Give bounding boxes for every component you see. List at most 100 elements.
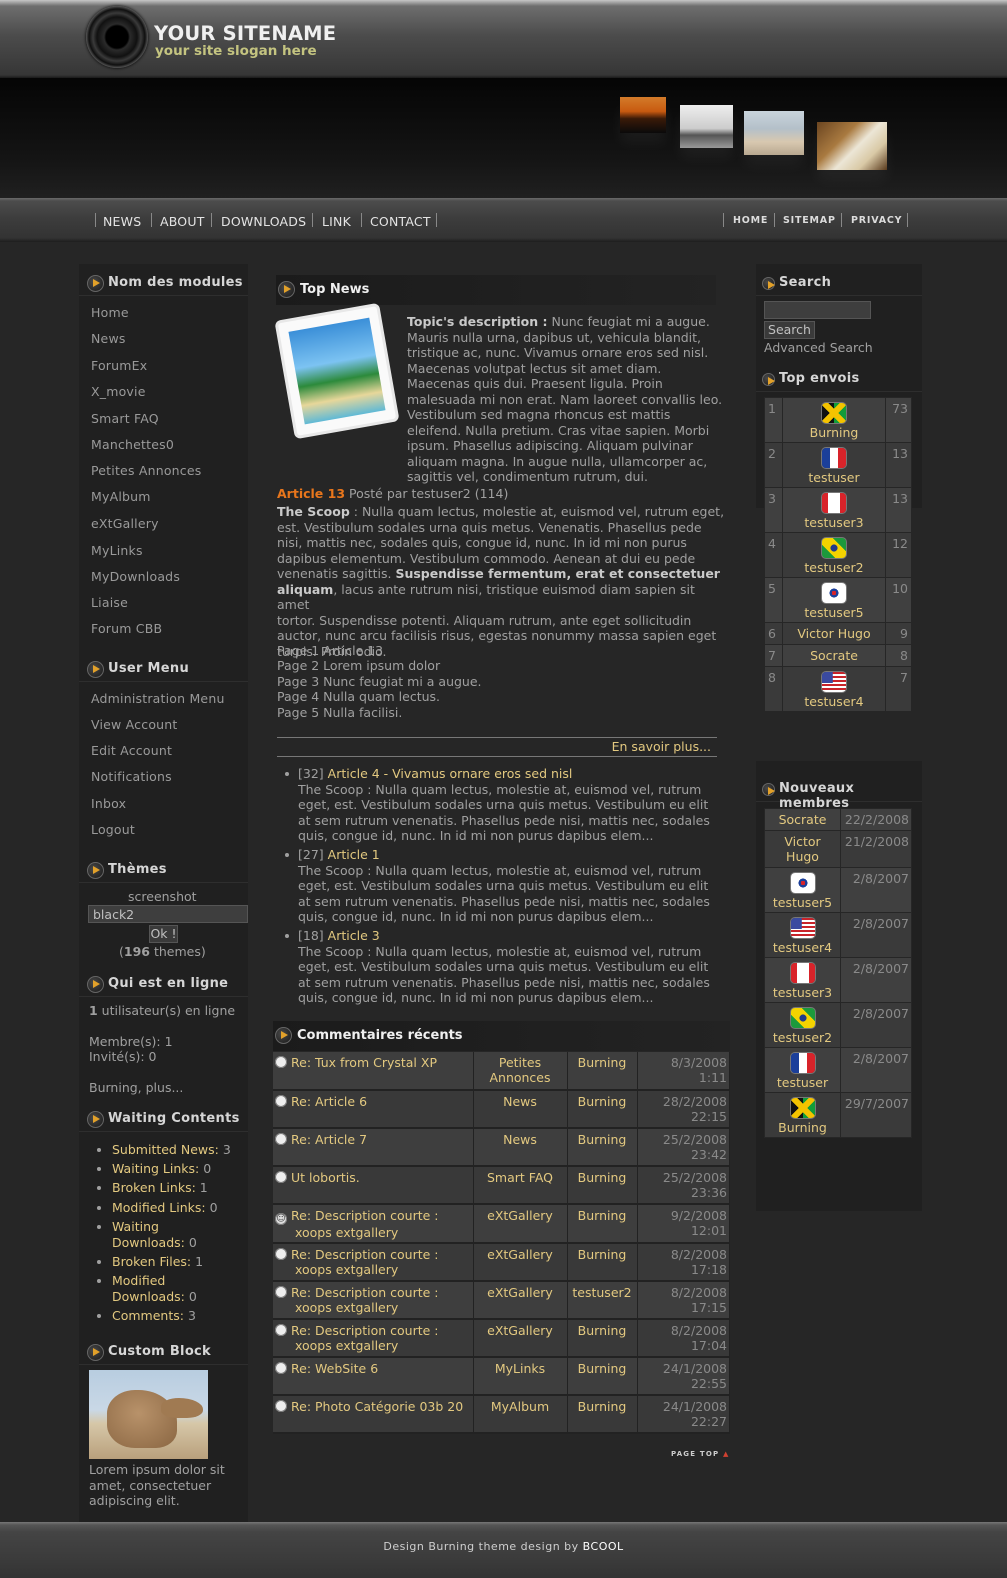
- waiting-comments[interactable]: Comments: 3: [112, 1308, 196, 1324]
- menu-item-petites-annonces[interactable]: Petites Annonces: [91, 463, 201, 478]
- menu-item-edit-account[interactable]: Edit Account: [91, 743, 172, 758]
- comment-link-cont[interactable]: xoops extgallery: [275, 1338, 398, 1353]
- poster-name[interactable]: testuser4: [783, 694, 885, 709]
- comment-user-cell[interactable]: Burning: [567, 1395, 638, 1434]
- article-page-5[interactable]: Page 5 Nulla facilisi.: [277, 705, 727, 721]
- menu-item-news[interactable]: News: [91, 331, 126, 346]
- comment-user-cell[interactable]: Burning: [567, 1204, 638, 1244]
- menu-item-admin[interactable]: Administration Menu: [91, 691, 225, 706]
- poster-cell[interactable]: Burning: [782, 397, 886, 443]
- member-cell[interactable]: Burning: [764, 1092, 841, 1138]
- comment-module-cell[interactable]: eXtGallery: [473, 1204, 568, 1244]
- menu-item-smart-faq[interactable]: Smart FAQ: [91, 411, 159, 426]
- comment-link-cont[interactable]: xoops extgallery: [275, 1300, 398, 1315]
- menu-item-liaise[interactable]: Liaise: [91, 595, 128, 610]
- comment-link[interactable]: Ut lobortis.: [291, 1170, 360, 1185]
- poster-cell[interactable]: testuser5: [782, 577, 886, 623]
- nav-news[interactable]: NEWS: [103, 214, 141, 229]
- member-cell[interactable]: Socrate: [764, 808, 841, 831]
- comment-module-cell[interactable]: eXtGallery: [473, 1243, 568, 1282]
- poster-cell[interactable]: testuser: [782, 442, 886, 488]
- waiting-submitted-news[interactable]: Submitted News: 3: [112, 1142, 231, 1158]
- comment-link[interactable]: Re: Description courte :: [291, 1247, 439, 1262]
- search-button[interactable]: Search: [764, 321, 815, 339]
- menu-item-myalbum[interactable]: MyAlbum: [91, 489, 151, 504]
- advanced-search-link[interactable]: Advanced Search: [764, 340, 873, 356]
- menu-item-forum-cbb[interactable]: Forum CBB: [91, 621, 162, 636]
- waiting-modified-downloads[interactable]: Modified Downloads: 0: [112, 1273, 197, 1304]
- member-name[interactable]: Socrate: [765, 812, 840, 827]
- menu-item-logout[interactable]: Logout: [91, 822, 135, 837]
- menu-item-extgallery[interactable]: eXtGallery: [91, 516, 159, 531]
- menu-item-home[interactable]: Home: [91, 305, 129, 320]
- comment-link[interactable]: Re: Photo Catégorie 03b 20: [291, 1399, 463, 1414]
- nav-privacy[interactable]: PRIVACY: [851, 215, 902, 226]
- poster-name[interactable]: Burning: [783, 425, 885, 440]
- theme-select[interactable]: black2: [88, 905, 248, 923]
- comment-link-cont[interactable]: [275, 1109, 295, 1124]
- comment-user-cell[interactable]: Burning: [567, 1128, 638, 1167]
- poster-cell[interactable]: Socrate: [782, 644, 886, 667]
- comment-user-cell[interactable]: Burning: [567, 1090, 638, 1129]
- nav-home[interactable]: HOME: [733, 215, 768, 226]
- member-cell[interactable]: testuser2: [764, 1002, 841, 1048]
- member-cell[interactable]: testuser4: [764, 912, 841, 958]
- menu-item-mylinks[interactable]: MyLinks: [91, 543, 143, 558]
- theme-screenshot-link[interactable]: screenshot: [128, 889, 197, 905]
- waiting-modified-links[interactable]: Modified Links: 0: [112, 1200, 218, 1216]
- member-name[interactable]: testuser2: [765, 1030, 840, 1045]
- footer-author-link[interactable]: BCOOL: [583, 1540, 624, 1553]
- comment-module-cell[interactable]: News: [473, 1090, 568, 1129]
- comment-module-cell[interactable]: Smart FAQ: [473, 1166, 568, 1205]
- member-name[interactable]: testuser3: [765, 985, 840, 1000]
- member-cell[interactable]: Victor Hugo: [764, 830, 841, 868]
- poster-cell[interactable]: testuser3: [782, 487, 886, 533]
- nav-sitemap[interactable]: SITEMAP: [783, 215, 836, 226]
- theme-ok-button[interactable]: Ok !: [149, 925, 178, 943]
- member-cell[interactable]: testuser5: [764, 867, 841, 913]
- comment-user-cell[interactable]: Burning: [567, 1319, 638, 1358]
- member-cell[interactable]: testuser3: [764, 957, 841, 1003]
- nav-downloads[interactable]: DOWNLOADS: [221, 214, 306, 229]
- poster-name[interactable]: testuser2: [783, 560, 885, 575]
- page-top-link[interactable]: PAGE TOP ▲: [671, 1450, 730, 1458]
- member-name[interactable]: testuser4: [765, 940, 840, 955]
- poster-cell[interactable]: Victor Hugo: [782, 622, 886, 645]
- online-who-link[interactable]: Burning, plus...: [89, 1080, 183, 1096]
- poster-name[interactable]: Victor Hugo: [783, 626, 885, 641]
- comment-link[interactable]: Re: Description courte :: [291, 1208, 439, 1223]
- menu-item-view-account[interactable]: View Account: [91, 717, 178, 732]
- member-name[interactable]: Victor: [765, 834, 840, 849]
- menu-item-notifications[interactable]: Notifications: [91, 769, 172, 784]
- menu-item-manchettes[interactable]: Manchettes0: [91, 437, 174, 452]
- comment-user-cell[interactable]: testuser2: [567, 1281, 638, 1320]
- news-list-link[interactable]: Article 3: [328, 928, 380, 943]
- waiting-broken-links[interactable]: Broken Links: 1: [112, 1180, 208, 1196]
- comment-module-cell[interactable]: MyAlbum: [473, 1395, 568, 1434]
- news-list-link[interactable]: Article 1: [328, 847, 380, 862]
- comment-link[interactable]: Re: Description courte :: [291, 1285, 439, 1300]
- poster-name[interactable]: testuser3: [783, 515, 885, 530]
- article-title-link[interactable]: Article 13: [277, 486, 345, 501]
- poster-name[interactable]: testuser: [783, 470, 885, 485]
- poster-cell[interactable]: testuser4: [782, 666, 886, 712]
- search-input[interactable]: [764, 301, 871, 319]
- waiting-downloads[interactable]: Waiting Downloads: 0: [112, 1219, 197, 1250]
- member-name[interactable]: Burning: [765, 1120, 840, 1135]
- article-page-1[interactable]: Page 1 Article 13: [277, 643, 727, 659]
- waiting-broken-files[interactable]: Broken Files: 1: [112, 1254, 203, 1270]
- nav-contact[interactable]: CONTACT: [370, 214, 431, 229]
- menu-item-forumex[interactable]: ForumEx: [91, 358, 147, 373]
- article-page-3[interactable]: Page 3 Nunc feugiat mi a augue.: [277, 674, 727, 690]
- comment-module-cell[interactable]: eXtGallery: [473, 1319, 568, 1358]
- comment-link-cont[interactable]: [275, 1414, 295, 1429]
- member-name[interactable]: testuser: [765, 1075, 840, 1090]
- comment-module-cell[interactable]: MyLinks: [473, 1357, 568, 1396]
- comment-link-cont[interactable]: xoops extgallery: [275, 1225, 398, 1240]
- comment-link[interactable]: Re: Article 7: [291, 1132, 367, 1147]
- comment-module-cell[interactable]: News: [473, 1128, 568, 1167]
- comment-link-cont[interactable]: [275, 1147, 295, 1162]
- member-cell[interactable]: testuser: [764, 1047, 841, 1093]
- comment-link-cont[interactable]: [275, 1070, 295, 1085]
- article-page-4[interactable]: Page 4 Nulla quam lectus.: [277, 689, 727, 705]
